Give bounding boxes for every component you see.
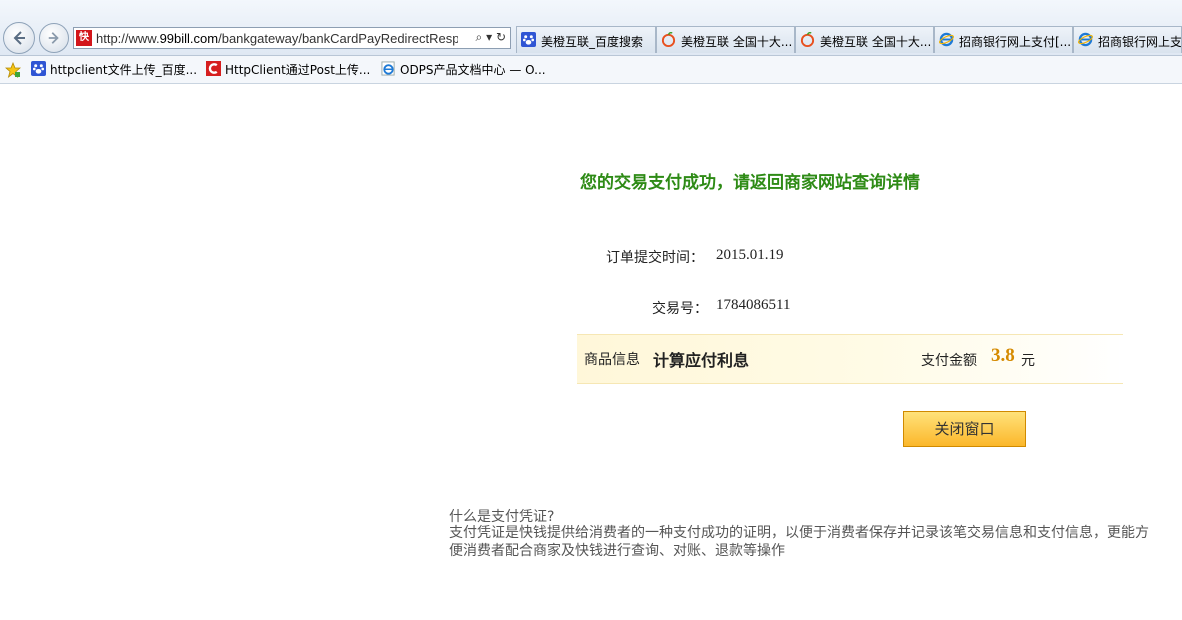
close-window-button[interactable]: 关闭窗口: [903, 411, 1026, 447]
goods-name: 计算应付利息: [653, 351, 750, 370]
apple-logo-icon: [800, 32, 815, 47]
forward-button[interactable]: [39, 23, 69, 53]
chevron-down-icon[interactable]: ▾: [486, 30, 492, 44]
browser-toolbar: 快 http://www.99bill.com/bankgateway/bank…: [0, 0, 1182, 56]
favorite-item-odps[interactable]: ODPS产品文档中心 — O...: [381, 61, 546, 78]
c-logo-icon: [206, 61, 221, 76]
baidu-paw-icon: [521, 32, 536, 47]
address-bar-tools: ⌕ ▾ ↻: [476, 30, 506, 45]
search-icon[interactable]: ⌕: [476, 30, 483, 44]
refresh-icon[interactable]: ↻: [496, 30, 506, 44]
favorite-item-httpclient-baidu[interactable]: httpclient文件上传_百度...: [31, 61, 197, 78]
ie-icon: [1078, 32, 1093, 47]
site-favicon: 快: [76, 30, 92, 46]
tab-strip: 美橙互联_百度搜索 美橙互联 全国十大... 美橙互联 全国十大... 招商银行…: [516, 26, 1182, 54]
tab-meicheng-2[interactable]: 美橙互联 全国十大...: [795, 26, 934, 53]
tab-cmb-pay-1[interactable]: 招商银行网上支付[...: [934, 26, 1073, 53]
address-bar[interactable]: 快 http://www.99bill.com/bankgateway/bank…: [73, 27, 511, 49]
tab-meicheng-1[interactable]: 美橙互联 全国十大...: [656, 26, 795, 53]
baidu-paw-icon: [31, 61, 46, 76]
ie-icon: [939, 32, 954, 47]
tab-baidu-search[interactable]: 美橙互联_百度搜索: [516, 26, 656, 53]
payment-amount-value: 3.8: [991, 345, 1015, 366]
back-button[interactable]: [3, 22, 35, 54]
payment-amount-label: 支付金额: [921, 353, 977, 369]
url-text[interactable]: http://www.99bill.com/bankgateway/bankCa…: [96, 31, 458, 46]
trade-number-label: 交易号：: [652, 301, 708, 317]
tab-cmb-pay-2[interactable]: 招商银行网上支: [1073, 26, 1182, 53]
trade-number-value: 1784086511: [716, 297, 791, 313]
order-time-label: 订单提交时间：: [606, 250, 704, 266]
ie-icon: [381, 61, 395, 76]
apple-logo-icon: [661, 32, 676, 47]
faq-answer: 支付凭证是快钱提供给消费者的一种支付成功的证明，以便于消费者保存并记录该笔交易信…: [449, 525, 1149, 559]
arrow-left-icon: [13, 31, 25, 45]
favorites-star-icon[interactable]: [5, 62, 21, 78]
faq-question: 什么是支付凭证?: [449, 509, 555, 525]
favorite-item-httpclient-post[interactable]: HttpClient通过Post上传...: [206, 61, 370, 78]
browser-chrome: 快 http://www.99bill.com/bankgateway/bank…: [0, 0, 1182, 84]
order-time-value: 2015.01.19: [716, 247, 784, 263]
payment-success-message: 您的交易支付成功，请返回商家网站查询详情: [580, 173, 920, 193]
payment-amount-unit: 元: [1021, 353, 1035, 369]
goods-info-label: 商品信息: [584, 352, 640, 368]
order-summary-bar: 商品信息 计算应付利息 支付金额 3.8 元: [577, 334, 1123, 384]
arrow-right-icon: [48, 32, 59, 44]
favorites-bar: httpclient文件上传_百度... HttpClient通过Post上传.…: [0, 56, 1182, 84]
